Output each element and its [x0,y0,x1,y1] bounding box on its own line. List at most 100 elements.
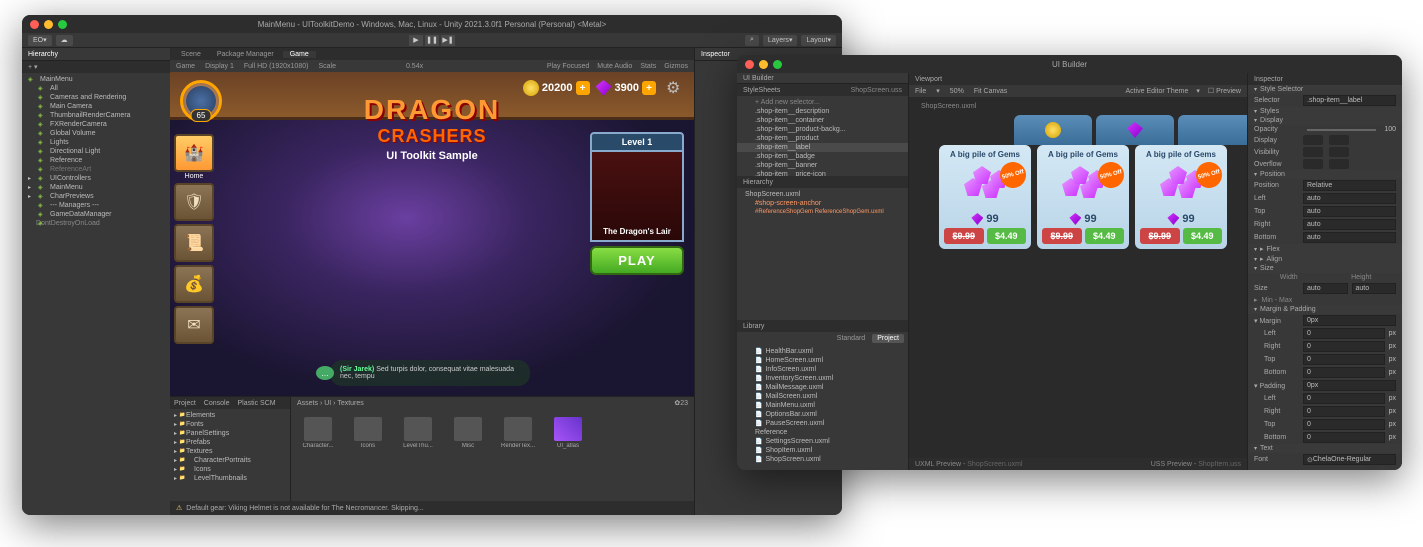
font-field[interactable]: ⊙ChelaOne-Regular [1303,454,1396,465]
add-gems-button[interactable]: + [642,81,656,95]
nav-resources[interactable]: 📜 [174,224,214,262]
folder-item[interactable]: Prefabs [170,438,290,447]
play-button[interactable]: ▶ [409,35,423,46]
hierarchy-item[interactable]: ThumbnailRenderCamera [22,111,170,120]
hierarchy-item[interactable]: GameDataManager [22,210,170,219]
asset-folder[interactable]: Character... [299,417,337,449]
step-button[interactable]: ▶❚ [441,35,455,46]
hierarchy-item[interactable]: Main Camera [22,102,170,111]
tab-standard[interactable]: Standard [832,334,870,343]
visibility-toggle[interactable] [1303,147,1323,157]
nav-shop[interactable]: 💰 [174,265,214,303]
pause-button[interactable]: ❚❚ [425,35,439,46]
library-item[interactable]: ShopScreen.uxml [737,455,908,464]
margin-right-field[interactable]: 0 [1303,341,1385,352]
nav-characters[interactable]: 🛡 [174,183,214,221]
selector-item[interactable]: .shop-item__badge [737,152,908,161]
asset-folder[interactable]: Misc [449,417,487,449]
layout-dropdown[interactable]: Layout ▾ [801,35,836,46]
margin-bottom-field[interactable]: 0 [1303,367,1385,378]
folder-item[interactable]: Icons [170,465,290,474]
settings-icon[interactable]: ⚙ [666,78,686,98]
layers-dropdown[interactable]: Layers ▾ [763,35,798,46]
align-section[interactable]: ▸ Align [1248,254,1402,264]
top-field[interactable]: auto [1303,206,1396,217]
margin-left-field[interactable]: 0 [1303,328,1385,339]
padding-bottom-field[interactable]: 0 [1303,432,1385,443]
hierarchy-item[interactable]: #shop-screen-anchor [737,199,908,208]
shop-card[interactable]: A big pile of Gems 50% Off 99 $9.99$4.49 [939,145,1031,249]
tab-ui-builder[interactable]: UI Builder [743,75,774,82]
viewport-canvas[interactable]: ShopScreen.uxml A big pile of Gems 50% O… [909,97,1247,458]
mute-audio-toggle[interactable]: Mute Audio [597,63,632,70]
search-icon[interactable]: ⌕ [745,35,759,46]
selector-item[interactable]: .shop-item__banner [737,161,908,170]
tab-game[interactable]: Game [283,51,316,58]
library-item[interactable]: PauseScreen.uxml [737,419,908,428]
folder-item[interactable]: LevelThumbnails [170,474,290,483]
tab-project[interactable]: Project [174,400,196,407]
minimize-icon[interactable] [44,20,53,29]
padding-left-field[interactable]: 0 [1303,393,1385,404]
padding-top-field[interactable]: 0 [1303,419,1385,430]
margin-top-field[interactable]: 0 [1303,354,1385,365]
uss-preview-label[interactable]: USS Preview [1151,461,1192,468]
styles-section[interactable]: Styles [1248,107,1402,116]
library-item[interactable]: MailMessage.uxml [737,383,908,392]
style-selector-section[interactable]: Style Selector [1248,85,1402,94]
hierarchy-item[interactable]: UIControllers [22,174,170,183]
minimize-icon[interactable] [759,60,768,69]
left-field[interactable]: auto [1303,193,1396,204]
gizmos-dropdown[interactable]: Gizmos [664,63,688,70]
nav-mail[interactable]: ✉ [174,306,214,344]
library-item[interactable]: ShopItem.uxml [737,446,908,455]
maximize-icon[interactable] [58,20,67,29]
tab-scene[interactable]: Scene [174,51,208,58]
overflow-toggle[interactable] [1303,159,1323,169]
folder-item[interactable]: Textures [170,447,290,456]
folder-item[interactable]: PanelSettings [170,429,290,438]
tab-plastic[interactable]: Plastic SCM [237,400,275,407]
library-item[interactable]: OptionsBar.uxml [737,410,908,419]
asset-folder[interactable]: Icons [349,417,387,449]
position-section[interactable]: Position [1248,170,1402,179]
file-menu[interactable]: File [915,88,926,95]
folder-item[interactable]: Fonts [170,420,290,429]
position-dropdown[interactable]: Relative [1303,180,1396,191]
shop-tab-gems[interactable] [1096,115,1174,145]
bottom-field[interactable]: auto [1303,232,1396,243]
hierarchy-item[interactable]: Cameras and Rendering [22,93,170,102]
hierarchy-tab[interactable]: Hierarchy [28,51,58,58]
zoom-level[interactable]: 50% [950,88,964,95]
folder-item[interactable]: Elements [170,411,290,420]
hierarchy-item[interactable]: Directional Light [22,147,170,156]
tab-console[interactable]: Console [204,400,230,407]
selector-item[interactable]: .shop-item__container [737,116,908,125]
height-field[interactable]: auto [1352,283,1397,294]
hierarchy-item[interactable]: Global Volume [22,129,170,138]
play-focused-dropdown[interactable]: Play Focused [547,63,589,70]
library-item[interactable]: InventoryScreen.uxml [737,374,908,383]
hierarchy-item[interactable]: MainMenu [22,183,170,192]
tab-project[interactable]: Project [872,334,904,343]
margin-padding-section[interactable]: Margin & Padding [1248,305,1402,314]
hierarchy-root[interactable]: ShopScreen.uxml [737,190,908,199]
tab-package-manager[interactable]: Package Manager [210,51,281,58]
flex-section[interactable]: ▸ Flex [1248,244,1402,254]
theme-dropdown[interactable]: Active Editor Theme [1125,88,1188,95]
hierarchy-item[interactable]: All [22,84,170,93]
hierarchy-item[interactable]: #ReferenceShopGem ReferenceShopGem.uxml [737,208,908,216]
add-selector-input[interactable]: Add new selector... [761,99,820,106]
tab-inspector[interactable]: Inspector [701,51,730,58]
stats-toggle[interactable]: Stats [640,63,656,70]
close-icon[interactable] [30,20,39,29]
opacity-slider[interactable] [1307,129,1376,131]
hierarchy-scene[interactable]: MainMenu [22,75,170,84]
padding-right-field[interactable]: 0 [1303,406,1385,417]
game-mode-dropdown[interactable]: Game [176,63,195,70]
asset-folder[interactable]: LevelThu... [399,417,437,449]
asset-file[interactable]: UI_atlas [549,417,587,449]
display-section[interactable]: Display [1248,116,1402,125]
library-item[interactable]: HomeScreen.uxml [737,356,908,365]
selector-field[interactable]: .shop-item__label [1303,95,1396,106]
